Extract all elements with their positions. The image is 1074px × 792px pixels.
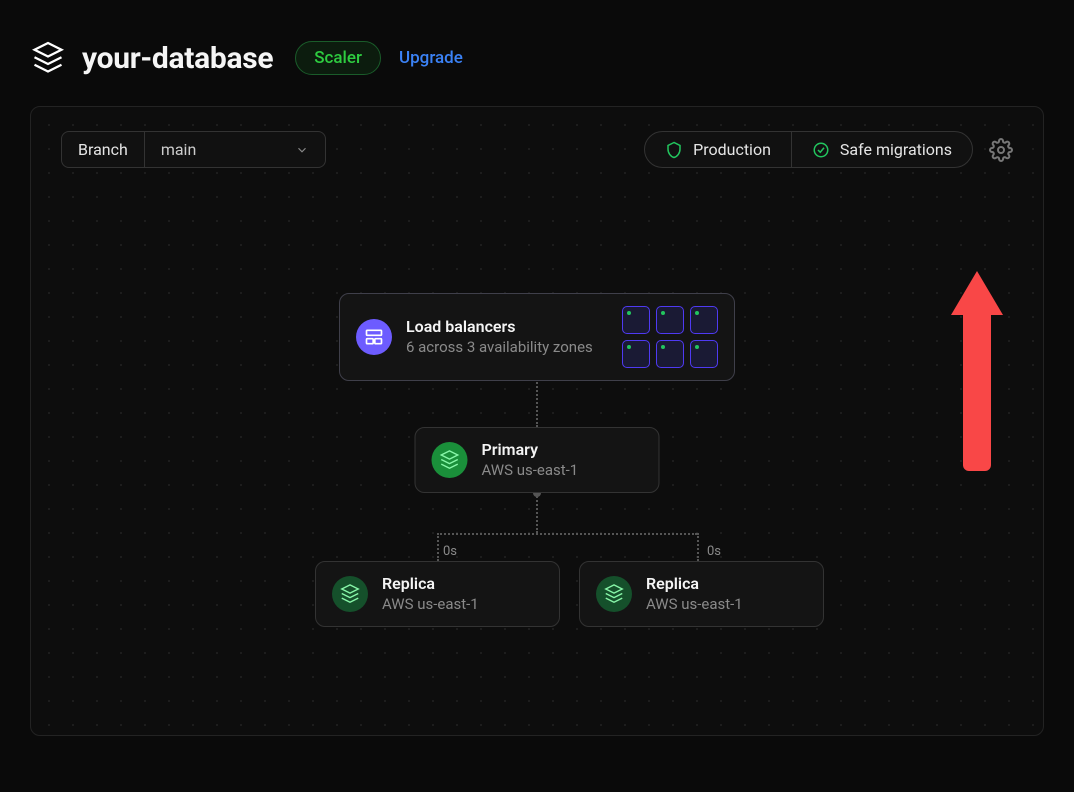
replica-node[interactable]: Replica AWS us-east-1 [315,561,560,627]
database-name: your-database [82,41,273,76]
plan-badge: Scaler [295,41,381,75]
database-icon [332,576,368,612]
replica-latency: 0s [707,544,721,559]
status-pills: Production Safe migrations [644,131,973,168]
lb-instance-icon [656,340,684,368]
database-icon [432,442,468,478]
panel-controls: Branch main Production Safe migrat [31,107,1043,192]
node-text: Load balancers 6 across 3 availability z… [406,317,593,357]
settings-button[interactable] [989,138,1013,162]
node-text: Replica AWS us-east-1 [646,574,743,614]
node-text: Primary AWS us-east-1 [482,440,579,480]
lb-instance-icon [656,306,684,334]
node-subtitle: AWS us-east-1 [382,595,479,615]
lb-instance-icon [622,306,650,334]
branch-selector: Branch main [61,131,326,168]
production-pill[interactable]: Production [645,132,791,167]
lb-instances [622,306,718,368]
gear-icon [989,138,1013,162]
topology-diagram: 0s 0s Load balancers 6 across 3 availabi… [31,187,1043,735]
node-title: Replica [646,574,743,595]
arrow-shaft [963,315,991,471]
node-subtitle: AWS us-east-1 [646,595,743,615]
connector-line [437,533,439,561]
connector-line [536,493,538,533]
node-title: Load balancers [406,317,593,338]
arrow-head-icon [951,271,1003,315]
check-circle-icon [812,141,830,159]
architecture-panel: Branch main Production Safe migrat [30,106,1044,736]
annotation-arrow [951,271,1003,471]
connector-line [437,533,697,535]
load-balancer-icon [356,319,392,355]
replica-latency: 0s [443,544,457,559]
safe-migrations-pill[interactable]: Safe migrations [791,132,972,167]
branch-dropdown[interactable]: main [145,132,325,167]
connector-line [697,533,699,561]
lb-instance-icon [690,306,718,334]
upgrade-link[interactable]: Upgrade [399,48,463,68]
node-title: Primary [482,440,579,461]
database-icon [596,576,632,612]
shield-icon [665,141,683,159]
right-controls: Production Safe migrations [644,131,1013,168]
node-text: Replica AWS us-east-1 [382,574,479,614]
page-header: your-database Scaler Upgrade [0,0,1074,106]
safe-migrations-label: Safe migrations [840,140,952,159]
replica-node[interactable]: Replica AWS us-east-1 [579,561,824,627]
branch-label: Branch [62,132,145,167]
database-logo-icon [30,40,66,76]
node-subtitle: 6 across 3 availability zones [406,338,593,358]
node-title: Replica [382,574,479,595]
node-subtitle: AWS us-east-1 [482,461,579,481]
production-label: Production [693,140,771,159]
load-balancer-node[interactable]: Load balancers 6 across 3 availability z… [339,293,735,381]
branch-selected-value: main [161,140,196,159]
chevron-down-icon [295,143,309,157]
lb-instance-icon [622,340,650,368]
lb-instance-icon [690,340,718,368]
primary-node[interactable]: Primary AWS us-east-1 [415,427,660,493]
